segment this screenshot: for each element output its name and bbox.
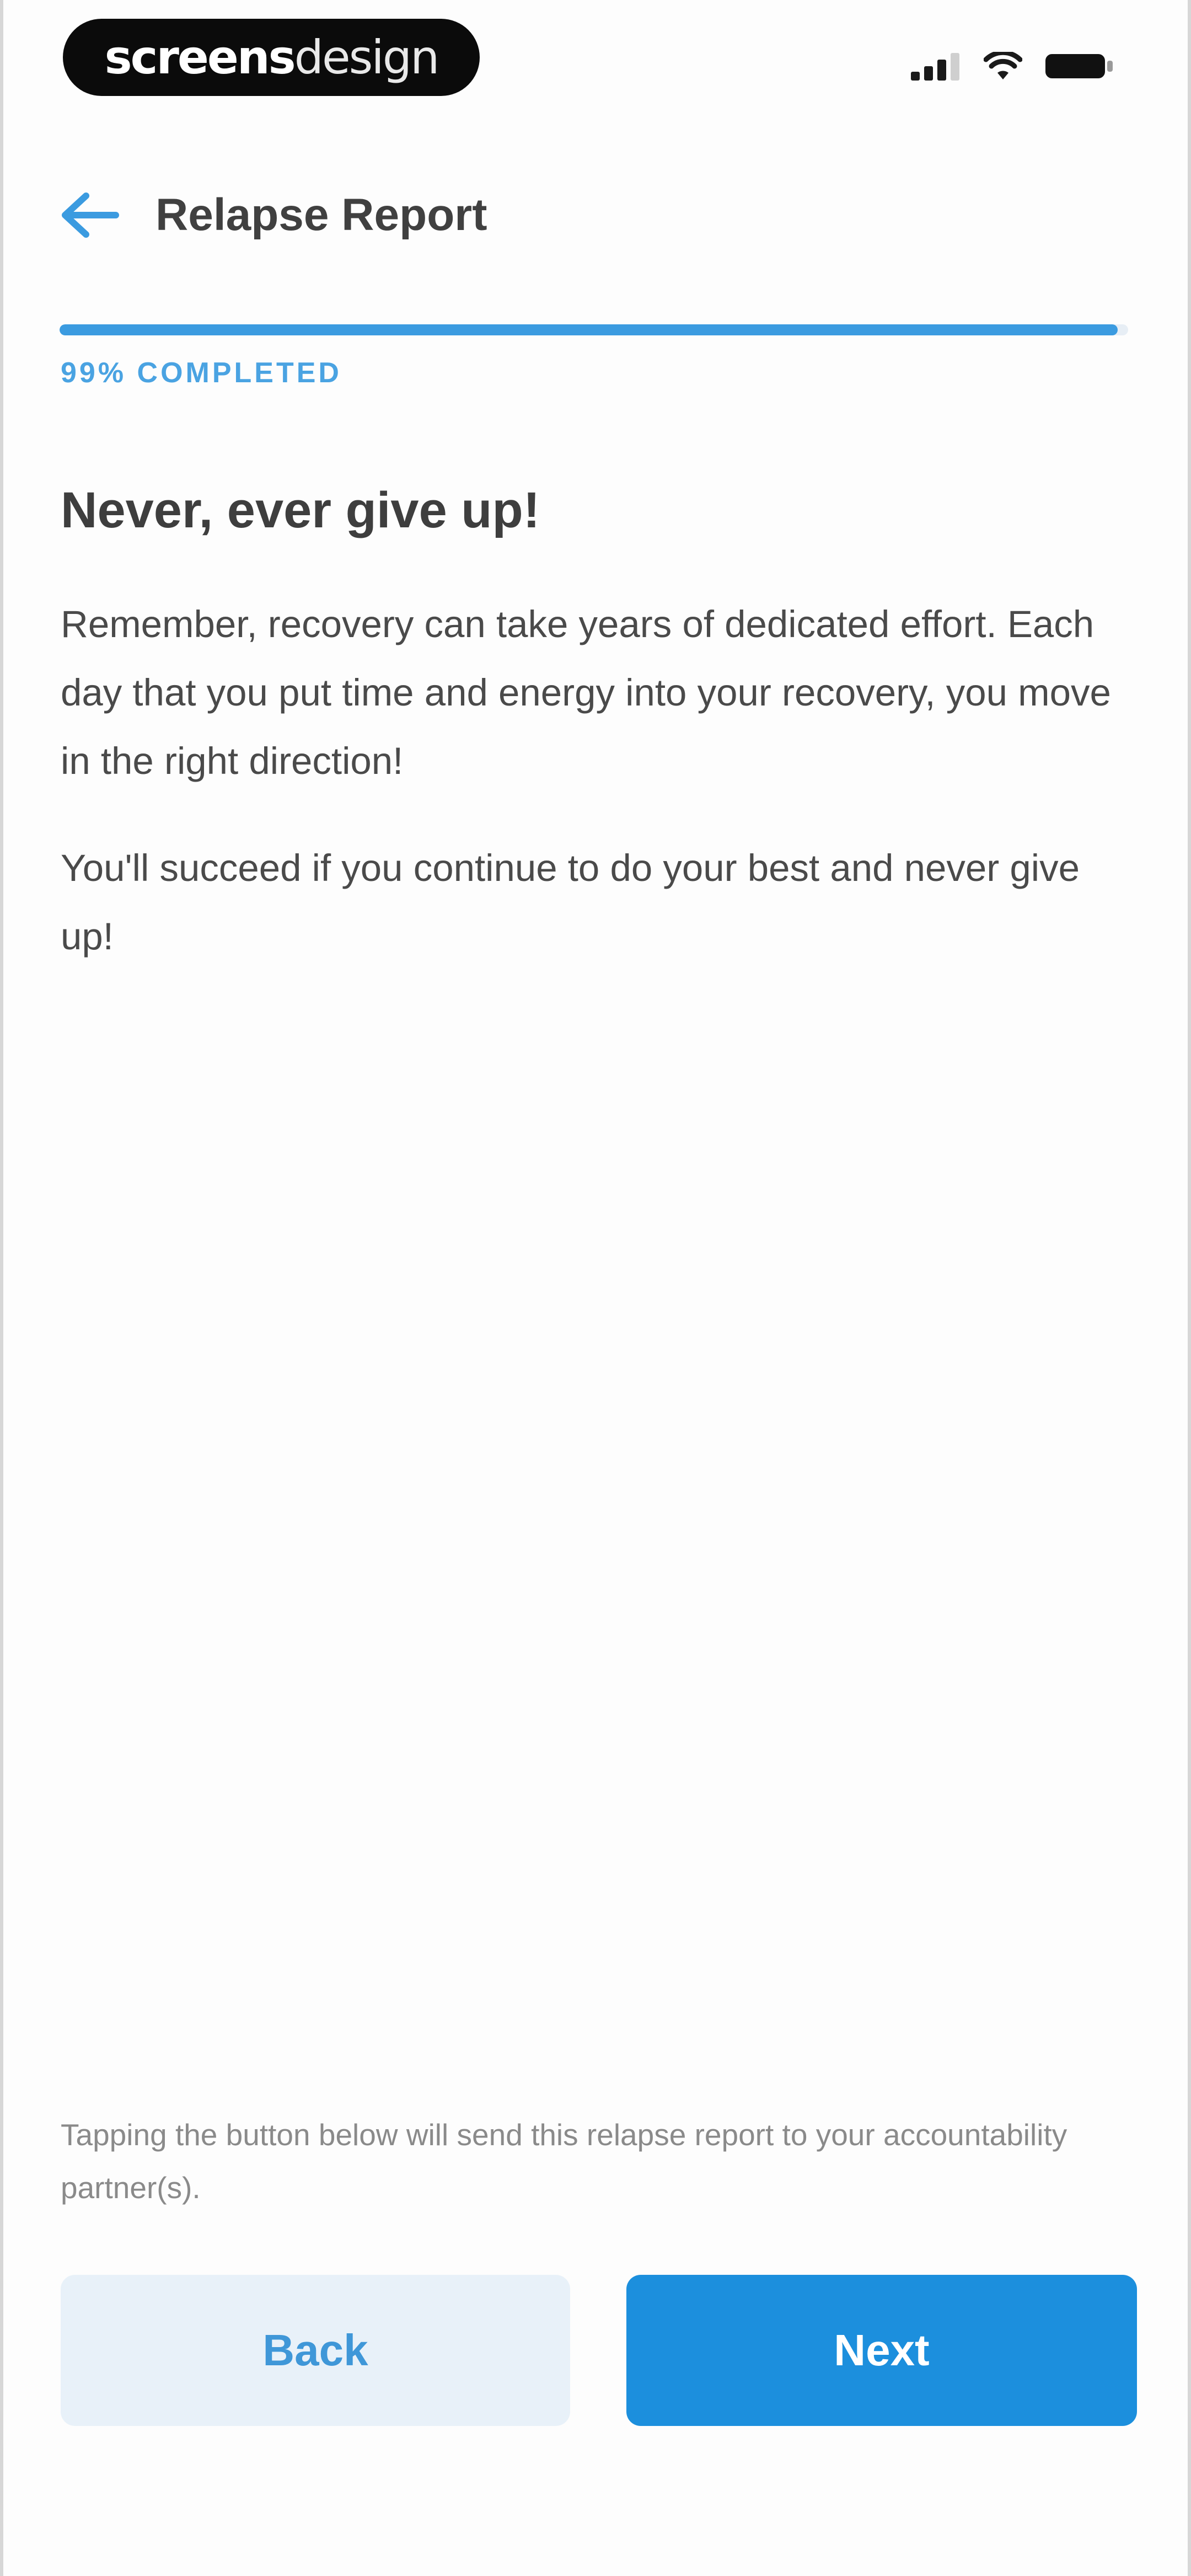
- brand-pill: screensdesign: [63, 19, 480, 96]
- brand-strong-text: screens: [104, 30, 296, 84]
- cellular-signal-icon: [911, 53, 959, 81]
- brand-wordmark: screensdesign: [104, 30, 440, 84]
- arrow-left-icon: [62, 193, 119, 238]
- send-notice: Tapping the button below will send this …: [61, 2118, 1067, 2205]
- page-title: Relapse Report: [155, 190, 487, 240]
- app-screen: screensdesign Relapse Report 99% COMPLET…: [0, 0, 1191, 2576]
- header: Relapse Report: [58, 182, 487, 248]
- progress-bar: [60, 324, 1128, 335]
- main-content: Never, ever give up! Remember, recovery …: [61, 480, 1119, 971]
- next-button[interactable]: Next: [626, 2275, 1137, 2426]
- status-icons: [911, 51, 1115, 82]
- progress-bar-fill: [60, 324, 1118, 335]
- progress-label: 99% COMPLETED: [61, 357, 342, 389]
- brand-light-text: design: [294, 30, 440, 84]
- body-paragraph-1: Remember, recovery can take years of ded…: [61, 603, 1111, 783]
- back-button[interactable]: Back: [61, 2275, 570, 2426]
- battery-icon: [1045, 54, 1113, 78]
- back-arrow-button[interactable]: [58, 182, 125, 248]
- wifi-icon: [984, 52, 1022, 79]
- headline: Never, ever give up!: [61, 482, 540, 538]
- body-paragraph-2: You'll succeed if you continue to do you…: [61, 847, 1080, 958]
